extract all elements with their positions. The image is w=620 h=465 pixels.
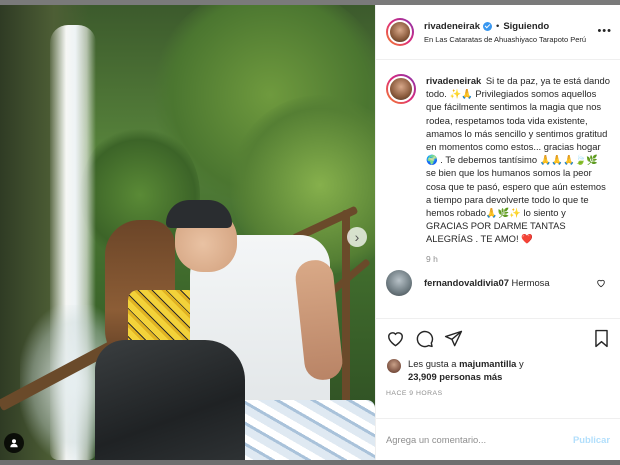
comment-username[interactable]: fernandovaldivia07 (424, 277, 509, 288)
photo-woman-jacket (95, 340, 245, 460)
user-tag-icon[interactable] (4, 433, 24, 453)
caption-time[interactable]: 9 h (426, 254, 610, 264)
likes-user[interactable]: majumantilla (459, 358, 516, 369)
chevron-right-icon[interactable]: › (347, 227, 367, 247)
avatar[interactable] (386, 74, 416, 104)
comment-icon[interactable] (415, 329, 434, 348)
follow-button[interactable]: Siguiendo (503, 21, 549, 32)
likes-connector: y (519, 358, 524, 369)
location-link[interactable]: En Las Cataratas de Ahuashiyaco Tarapoto… (424, 35, 586, 44)
comments-section: rivadeneirak Si te da paz, ya te está da… (376, 60, 620, 318)
avatar[interactable] (386, 18, 414, 46)
post-side-panel: rivadeneirak • Siguiendo En Las Catarata… (375, 5, 620, 460)
post-actions: Les gusta a majumantilla y 23,909 person… (376, 318, 620, 418)
post-date[interactable]: HACE 9 HORAS (386, 390, 610, 397)
likes-count[interactable]: 23,909 personas más (408, 371, 502, 382)
post-photo[interactable]: › (0, 5, 375, 460)
share-icon[interactable] (444, 329, 463, 348)
likes-prefix: Les gusta a (408, 358, 457, 369)
publish-button[interactable]: Publicar (573, 434, 610, 445)
verified-badge-icon (482, 21, 492, 31)
comment-input[interactable] (386, 434, 565, 445)
separator-dot: • (495, 20, 500, 32)
bookmark-icon[interactable] (593, 329, 610, 348)
page-background-strip (0, 460, 620, 465)
post-header: rivadeneirak • Siguiendo En Las Catarata… (376, 5, 620, 60)
post-modal: › rivadeneirak • Siguiendo En Las Catara… (0, 5, 620, 460)
author-username[interactable]: rivadeneirak (424, 21, 480, 32)
avatar[interactable] (386, 358, 402, 374)
list-item: fernandovaldivia07 Hermosa (386, 269, 610, 296)
avatar[interactable] (386, 269, 412, 296)
caption-text: Si te da paz, ya te está dando todo. ✨🙏 … (426, 75, 610, 245)
caption: rivadeneirak Si te da paz, ya te está da… (386, 74, 610, 246)
photo-man-shorts (235, 400, 375, 460)
comment-text: Hermosa (511, 277, 550, 289)
comment-heart-icon[interactable] (596, 278, 606, 288)
caption-username[interactable]: rivadeneirak (426, 75, 481, 86)
photo-man-cap (166, 200, 232, 228)
add-comment-bar: Publicar (376, 418, 620, 460)
heart-icon[interactable] (386, 329, 405, 348)
more-options-icon[interactable]: ••• (597, 25, 612, 37)
likes-summary: Les gusta a majumantilla y 23,909 person… (386, 357, 610, 383)
